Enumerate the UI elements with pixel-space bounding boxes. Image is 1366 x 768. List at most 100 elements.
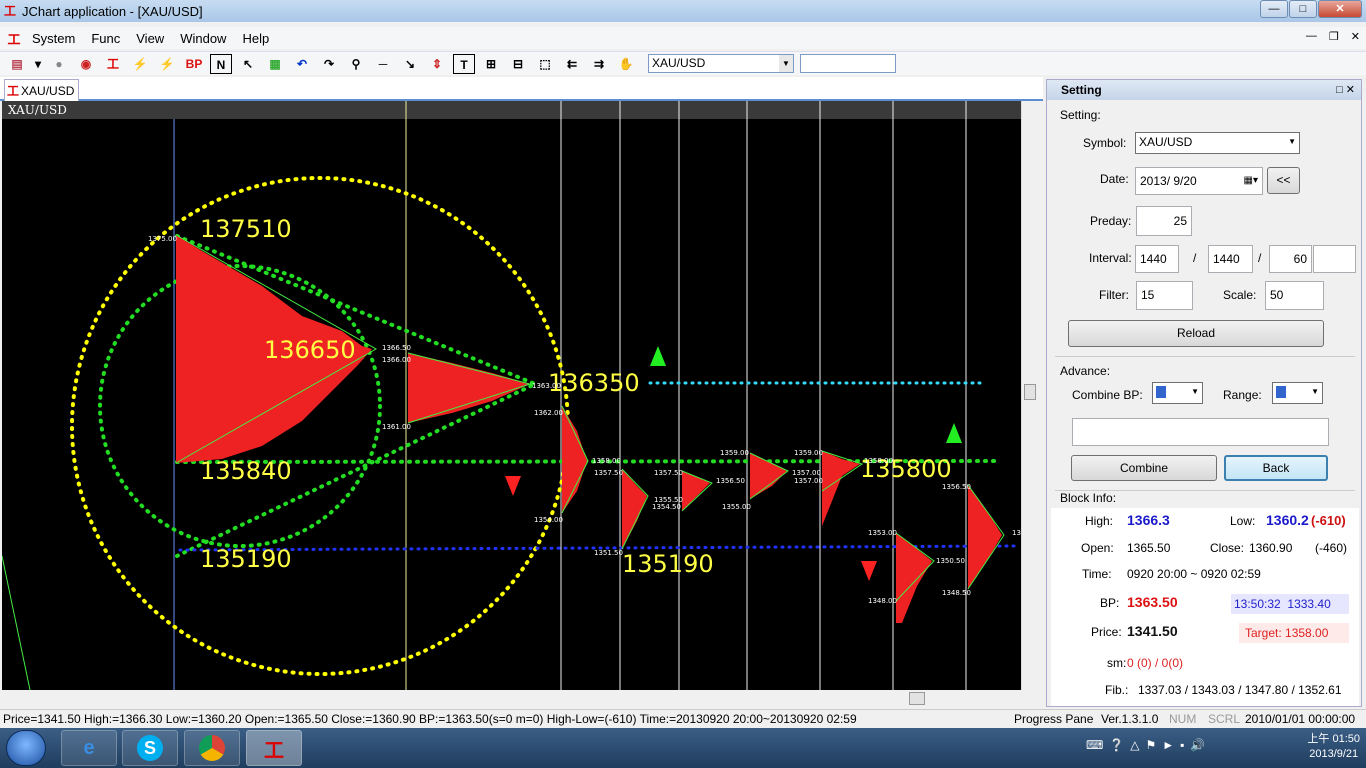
undo-icon[interactable]: ↶ xyxy=(291,54,313,74)
chart-horizontal-scrollbar[interactable] xyxy=(2,690,1021,707)
interval-input-4[interactable] xyxy=(1313,245,1356,273)
sm-label: sm: xyxy=(1107,656,1127,670)
menu-window[interactable]: Window xyxy=(172,31,234,46)
advance-text-field[interactable] xyxy=(1072,418,1329,446)
menu-func[interactable]: Func xyxy=(83,31,128,46)
date-picker[interactable]: 2013/ 9/20 ▦▾ xyxy=(1135,167,1263,195)
select-box-icon[interactable]: ⬚ xyxy=(534,54,556,74)
text-tool-button[interactable]: T xyxy=(453,53,475,74)
minimize-button[interactable]: — xyxy=(1260,0,1288,18)
interval-input-3[interactable]: 60 xyxy=(1269,245,1312,273)
hline-icon[interactable]: ─ xyxy=(372,54,394,74)
start-button[interactable] xyxy=(6,730,46,766)
scroll-left-icon[interactable]: ⇇ xyxy=(561,54,583,74)
ie-icon[interactable]: e xyxy=(61,730,117,766)
scroll-thumb[interactable] xyxy=(1024,384,1036,400)
mdi-minimize-icon[interactable]: — xyxy=(1306,30,1317,43)
car-icon[interactable]: ◉ xyxy=(75,54,97,74)
price-label: 1361.00 xyxy=(382,423,411,431)
maximize-button[interactable]: □ xyxy=(1289,0,1317,18)
bp-button[interactable]: BP xyxy=(183,54,205,74)
bar-chart-icon[interactable]: ▤ xyxy=(6,54,28,74)
tray-clock[interactable]: 上午 01:50 2013/9/21 xyxy=(1307,732,1360,762)
calendar-icon[interactable]: ▦▾ xyxy=(1244,168,1258,194)
logo-icon[interactable]: 工 xyxy=(102,54,124,74)
scroll-right-icon[interactable]: ⇉ xyxy=(588,54,610,74)
date-value: 2013/ 9/20 xyxy=(1140,174,1197,188)
menu-view[interactable]: View xyxy=(128,31,172,46)
profile-outline xyxy=(2,555,31,690)
search-icon[interactable]: ⚲ xyxy=(345,54,367,74)
bp-price: 1333.40 xyxy=(1287,597,1331,611)
price-label: 1354.50 xyxy=(652,503,681,511)
range-select[interactable]: ▼ xyxy=(1272,382,1323,404)
chrome-icon[interactable] xyxy=(184,730,240,766)
tab-xauusd[interactable]: 工 XAU/USD xyxy=(4,79,80,101)
combine-button[interactable]: Combine xyxy=(1071,455,1217,481)
price-label: 1366.50 xyxy=(382,344,411,352)
hand-icon[interactable]: ✋ xyxy=(615,54,637,74)
jchart-taskbar-icon[interactable]: 工 xyxy=(246,730,302,766)
lightning-red-icon[interactable]: ⚡ xyxy=(156,54,178,74)
circle-icon[interactable]: ● xyxy=(48,54,70,74)
bp-time: 13:50:32 xyxy=(1234,597,1281,611)
zoom-out-icon[interactable]: ⊟ xyxy=(507,54,529,74)
interval-input-2[interactable]: 1440 xyxy=(1208,245,1253,273)
price-label: 1359.00 xyxy=(720,449,749,457)
toolbar-text-field[interactable] xyxy=(800,54,896,73)
up-arrow-icon xyxy=(946,423,962,443)
menu-system[interactable]: System xyxy=(24,31,83,46)
reload-button[interactable]: Reload xyxy=(1068,320,1324,347)
status-datetime: 2010/01/01 00:00:00 xyxy=(1245,712,1356,726)
mdi-restore-icon[interactable]: ❐ xyxy=(1329,30,1339,43)
cursor-icon[interactable]: ↖ xyxy=(237,54,259,74)
interval-input-1[interactable]: 1440 xyxy=(1135,245,1179,273)
toolbar-symbol-select[interactable]: XAU/USD ▼ xyxy=(648,54,794,73)
back-button[interactable]: Back xyxy=(1224,455,1328,481)
cube-icon[interactable]: ▦ xyxy=(264,54,286,74)
filter-label: Filter: xyxy=(1099,288,1129,302)
symbol-select[interactable]: XAU/USD ▼ xyxy=(1135,132,1300,154)
close-button[interactable]: ✕ xyxy=(1318,0,1362,18)
arrows-updown-icon[interactable]: ⇕ xyxy=(426,54,448,74)
skype-icon[interactable]: S xyxy=(122,730,178,766)
chevron-down-icon[interactable]: ▾ xyxy=(33,54,43,74)
menu-help[interactable]: Help xyxy=(234,31,277,46)
section-block-info-label: Block Info: xyxy=(1060,491,1117,505)
preday-input[interactable]: 25 xyxy=(1136,206,1192,236)
selected-swatch xyxy=(1276,386,1286,398)
scale-input[interactable]: 50 xyxy=(1265,281,1324,310)
price-label: 1348.00 xyxy=(868,597,897,605)
date-prev-button[interactable]: << xyxy=(1267,167,1300,194)
forward-icon[interactable]: ↷ xyxy=(318,54,340,74)
logo-icon: 工 xyxy=(7,83,20,98)
interval-separator: / xyxy=(1193,251,1197,265)
n-button[interactable]: N xyxy=(210,53,232,74)
price-label: Price: xyxy=(1091,625,1122,639)
profiles xyxy=(176,235,1002,623)
price-value: 1341.50 xyxy=(1127,623,1178,639)
chart-canvas: 137510 136650 136350 135840 135800 13519… xyxy=(2,101,1021,690)
bp-value: 1363.50 xyxy=(1127,594,1178,610)
price-label: 1357.50 xyxy=(594,469,623,477)
chart-vertical-scrollbar[interactable] xyxy=(1021,101,1038,690)
bp-label: BP: xyxy=(1100,596,1120,610)
toolbar: ▤ ▾ ● ◉ 工 ⚡ ⚡ BP N ↖ ▦ ↶ ↷ ⚲ ─ ↘ ⇕ T ⊞ ⊟… xyxy=(0,51,1366,75)
time-label: Time: xyxy=(1082,567,1112,581)
high-label: High: xyxy=(1085,514,1114,528)
combine-bp-select[interactable]: ▼ xyxy=(1152,382,1203,404)
panel-controls[interactable]: □ ✕ xyxy=(1336,80,1355,100)
filter-input[interactable]: 15 xyxy=(1136,281,1193,310)
scroll-thumb[interactable] xyxy=(909,692,925,705)
high-value: 1366.3 xyxy=(1127,512,1170,528)
mdi-close-icon[interactable]: ✕ xyxy=(1351,30,1360,43)
tray-icons[interactable]: ⌨❔△⚑►▪🔊 xyxy=(1086,738,1211,752)
price-label: 1353.00 xyxy=(1012,529,1021,537)
zoom-in-icon[interactable]: ⊞ xyxy=(480,54,502,74)
level-label: 136650 xyxy=(264,336,356,364)
menu-bar: 工 System Func View Window Help — ❐ ✕ xyxy=(0,27,1366,49)
price-label: 1359.00 xyxy=(794,449,823,457)
lightning-icon[interactable]: ⚡ xyxy=(129,54,151,74)
trendline-icon[interactable]: ↘ xyxy=(399,54,421,74)
chart-area[interactable]: XAU/USD 137510 136650 136350 135840 1358… xyxy=(2,101,1021,690)
